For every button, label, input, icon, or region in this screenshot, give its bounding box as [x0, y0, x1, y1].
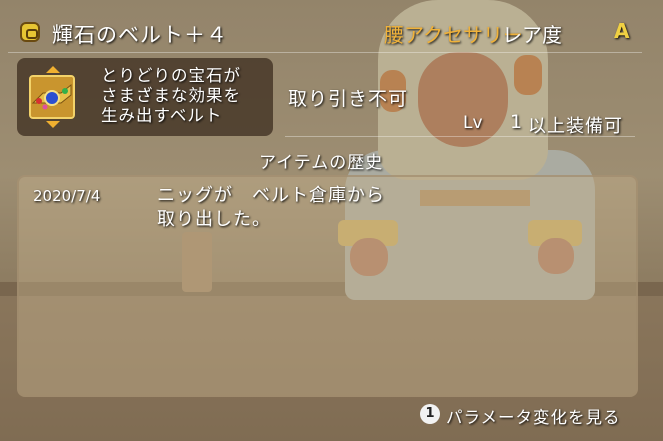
rarity-label: レア度 [502, 23, 562, 47]
item-history-box: 2020/7/4 ニッグが ベルト倉庫から 取り出した。 [17, 175, 638, 397]
description-line: さまざまな効果を [101, 86, 241, 105]
history-entry-text: ニッグが ベルト倉庫から 取り出した。 [157, 184, 385, 232]
button-1-icon: 1 [420, 404, 440, 424]
level-label: Lv [463, 113, 483, 133]
description-line: とりどりの宝石が [101, 66, 241, 85]
belt-gem-icon [29, 75, 75, 119]
rarity-value: A [614, 19, 630, 43]
history-line: ニッグが ベルト倉庫から [157, 185, 385, 206]
item-description: とりどりの宝石が さまざまな効果を 生み出すベルト [101, 66, 241, 126]
item-detail-window: 輝石のベルト＋４ 腰アクセサリー レア度 A とりどりの宝石が さまざまな効果を… [0, 0, 663, 441]
item-name: 輝石のベルト＋４ [52, 23, 228, 47]
level-requirement: 以上装備可 [528, 116, 623, 137]
level-value: 1 [510, 111, 523, 133]
parameter-change-button[interactable]: 1 パラメータ変化を見る [420, 402, 650, 428]
arrow-down-icon[interactable] [46, 121, 60, 128]
title-divider [8, 52, 642, 53]
item-description-box: とりどりの宝石が さまざまな効果を 生み出すベルト [17, 58, 273, 136]
parameter-change-label: パラメータ変化を見る [446, 408, 621, 427]
item-title-row: 輝石のベルト＋４ 腰アクセサリー レア度 A [20, 14, 645, 54]
item-bag-icon [20, 22, 40, 42]
history-title: アイテムの歴史 [259, 153, 384, 173]
item-icon-selector[interactable] [27, 66, 79, 128]
arrow-up-icon[interactable] [46, 66, 60, 73]
history-line: 取り出した。 [157, 209, 271, 230]
trade-status: 取り引き不可 [288, 88, 409, 110]
level-divider [285, 136, 635, 137]
history-date: 2020/7/4 [33, 187, 101, 205]
description-line: 生み出すベルト [101, 106, 223, 125]
